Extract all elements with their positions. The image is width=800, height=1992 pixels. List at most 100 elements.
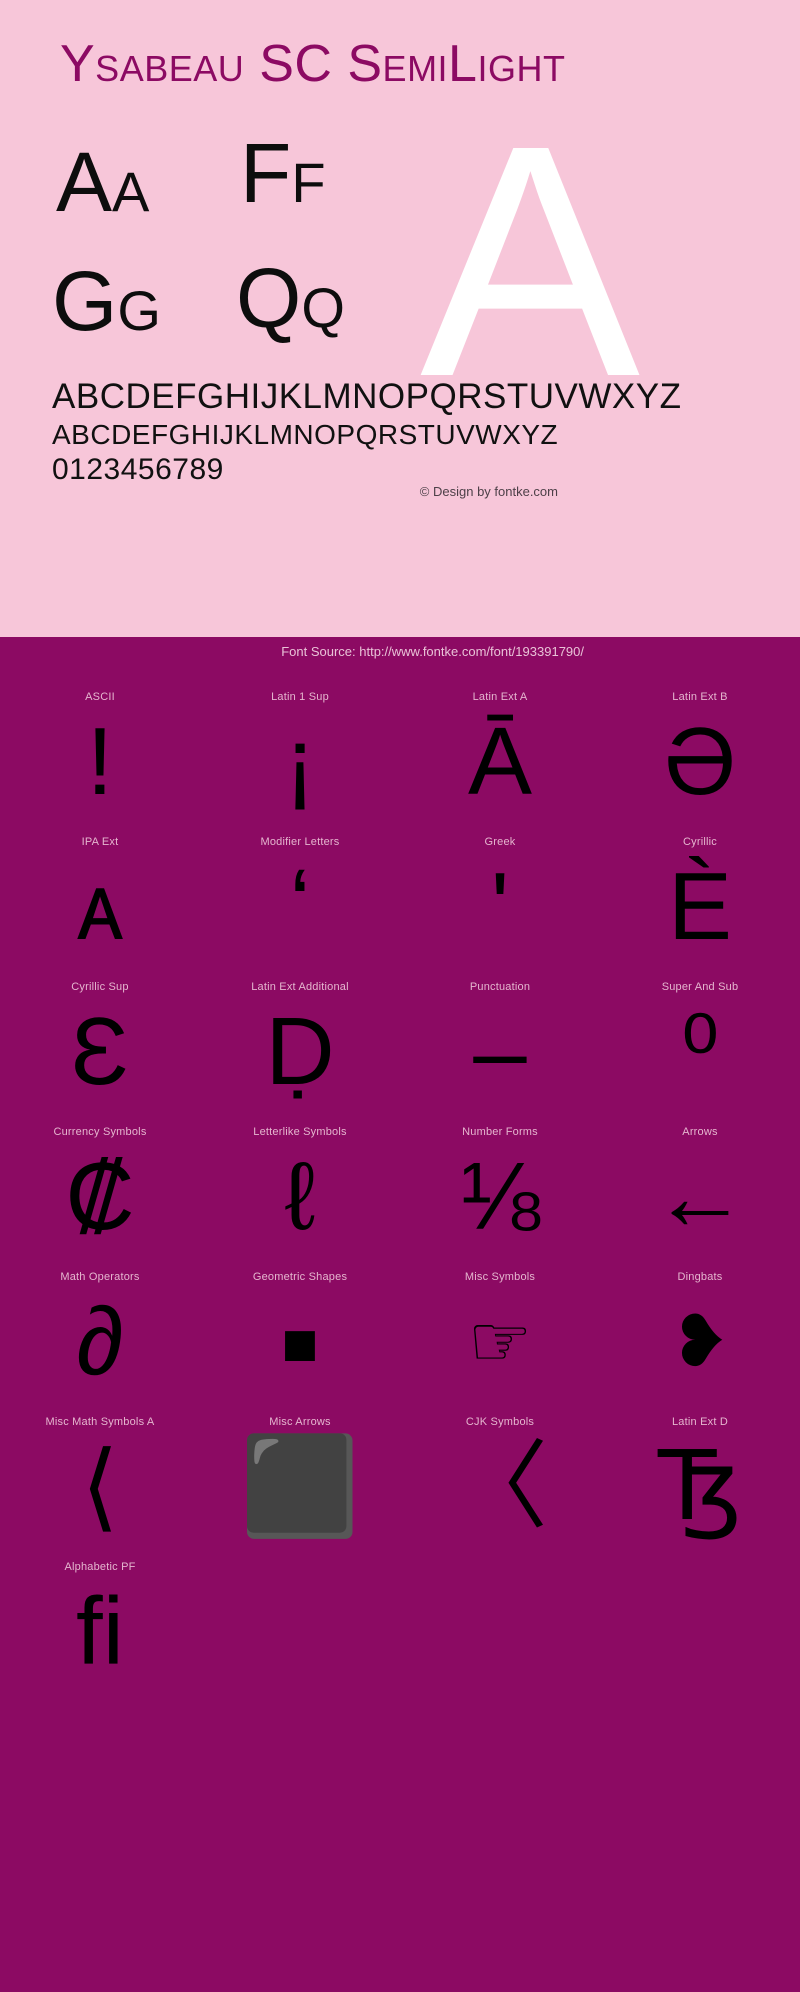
glyph-sample: ⅛ <box>459 1143 541 1250</box>
glyph-block-label: Misc Math Symbols A <box>45 1416 155 1428</box>
glyph-cell-math-operators: Math Operators ∂ <box>0 1269 200 1414</box>
glyph-block-label: Math Operators <box>60 1271 140 1283</box>
glyph-cell-latin-1-sup: Latin 1 Sup ¡ <box>200 689 400 834</box>
letter-pair-gg: GG <box>52 259 161 343</box>
glyph-sample: ← <box>652 1143 748 1250</box>
glyph-block-label: Modifier Letters <box>260 836 340 848</box>
glyph-block-label: Latin Ext A <box>472 691 528 703</box>
glyph-block-label: Arrows <box>682 1126 718 1138</box>
glyph-sample: Ā <box>467 708 533 815</box>
letter-pair-upper: A <box>56 135 113 229</box>
glyph-sample: ❥ <box>669 1302 731 1382</box>
glyph-grid-row: Currency Symbols ₡ Letterlike Symbols ℓ … <box>0 1124 800 1269</box>
glyph-cell-cyrillic-sup: Cyrillic Sup Ɛ <box>0 979 200 1124</box>
specimen-preview-panel: Ysabeau SC SemiLight A AA FF GG QQ ABCDE… <box>0 0 800 637</box>
glyph-sample: ‒ <box>473 998 527 1105</box>
glyph-block-label: IPA Ext <box>81 836 119 848</box>
glyph-cell-misc-arrows: Misc Arrows ⬛ <box>200 1414 400 1559</box>
letter-pair-upper: F <box>240 126 292 220</box>
glyph-cell-arrows: Arrows ← <box>600 1124 800 1269</box>
glyph-block-label: Super And Sub <box>661 981 739 993</box>
glyph-cell-alphabetic-pf: Alphabetic PF ﬁ <box>0 1559 200 1704</box>
glyph-sample: ⟨ <box>81 1433 119 1540</box>
letter-pair-lower: G <box>117 279 161 342</box>
letter-pair-lower: A <box>112 160 150 223</box>
unicode-block-grid: ASCII ! Latin 1 Sup ¡ Latin Ext A Ā Lati… <box>0 689 800 1704</box>
glyph-block-label: CJK Symbols <box>465 1416 535 1428</box>
glyph-block-label: Cyrillic Sup <box>71 981 129 993</box>
copyright-notice: © Design by fontke.com <box>419 484 558 499</box>
glyph-sample: ʹ <box>490 853 510 960</box>
glyph-cell-currency-symbols: Currency Symbols ₡ <box>0 1124 200 1269</box>
glyph-block-label: Latin Ext D <box>671 1416 728 1428</box>
glyph-block-label: ASCII <box>85 691 115 703</box>
glyph-grid-row: Cyrillic Sup Ɛ Latin Ext Additional Ḍ Pu… <box>0 979 800 1124</box>
glyph-sample: Ḍ <box>265 998 335 1105</box>
glyph-block-label: Misc Symbols <box>464 1271 536 1283</box>
letter-pair-ff: FF <box>240 131 326 215</box>
glyph-cell-cyrillic: Cyrillic Ѐ <box>600 834 800 979</box>
glyph-sample: Ѐ <box>667 853 733 960</box>
letter-pair-upper: Q <box>236 251 302 345</box>
glyph-cell-ascii: ASCII ! <box>0 689 200 834</box>
glyph-sample: ⬛ <box>240 1433 360 1540</box>
glyph-cell-modifier-letters: Modifier Letters ʻ <box>200 834 400 979</box>
glyph-sample: ∂ <box>76 1288 124 1395</box>
glyph-grid-row: IPA Ext ᴀ Modifier Letters ʻ Greek ʹ Cyr… <box>0 834 800 979</box>
font-specimen-page: Ysabeau SC SemiLight A AA FF GG QQ ABCDE… <box>0 0 800 1992</box>
glyph-cell-misc-symbols: Misc Symbols ☞ <box>400 1269 600 1414</box>
font-source-link[interactable]: Font Source: http://www.fontke.com/font/… <box>281 644 584 659</box>
alphabet-uppercase-line: ABCDEFGHIJKLMNOPQRSTUVWXYZ <box>52 377 682 416</box>
glyph-sample: 〈 <box>452 1433 548 1540</box>
letter-pair-lower: F <box>291 151 326 214</box>
letter-pair-aa: AA <box>56 140 149 224</box>
glyph-cell-punctuation: Punctuation ‒ <box>400 979 600 1124</box>
glyph-block-label: Greek <box>484 836 516 848</box>
unicode-coverage-panel: Font Source: http://www.fontke.com/font/… <box>0 637 800 1992</box>
glyph-block-label: Latin Ext B <box>672 691 728 703</box>
glyph-block-label: Number Forms <box>462 1126 538 1138</box>
glyph-cell-latin-ext-a: Latin Ext A Ā <box>400 689 600 834</box>
glyph-block-label: Geometric Shapes <box>252 1271 348 1283</box>
glyph-block-label: Currency Symbols <box>53 1126 147 1138</box>
glyph-cell-latin-ext-d: Latin Ext D Ꜩ <box>600 1414 800 1559</box>
glyph-sample: Ə <box>663 708 737 815</box>
glyph-sample: ﬁ <box>76 1578 124 1685</box>
glyph-block-label: Latin Ext Additional <box>251 981 349 993</box>
letter-pair-upper: G <box>52 254 118 348</box>
glyph-grid-row: Alphabetic PF ﬁ <box>0 1559 800 1704</box>
glyph-grid-row: Math Operators ∂ Geometric Shapes ◼ Misc… <box>0 1269 800 1414</box>
glyph-cell-super-and-sub: Super And Sub ⁰ <box>600 979 800 1124</box>
glyph-cell-empty <box>400 1559 600 1704</box>
glyph-sample: ¡ <box>284 708 316 815</box>
glyph-sample: ₡ <box>65 1143 135 1250</box>
glyph-cell-empty <box>600 1559 800 1704</box>
glyph-cell-letterlike-symbols: Letterlike Symbols ℓ <box>200 1124 400 1269</box>
letter-pair-lower: Q <box>301 276 345 339</box>
glyph-cell-empty <box>200 1559 400 1704</box>
glyph-grid-row: Misc Math Symbols A ⟨ Misc Arrows ⬛ CJK … <box>0 1414 800 1559</box>
glyph-cell-greek: Greek ʹ <box>400 834 600 979</box>
glyph-cell-ipa-ext: IPA Ext ᴀ <box>0 834 200 979</box>
glyph-sample: Ɛ <box>71 998 129 1105</box>
digits-line: 0123456789 <box>52 453 224 486</box>
glyph-cell-number-forms: Number Forms ⅛ <box>400 1124 600 1269</box>
glyph-sample: Ꜩ <box>657 1433 743 1540</box>
glyph-sample: ʻ <box>289 853 311 960</box>
glyph-cell-misc-math-symbols-a: Misc Math Symbols A ⟨ <box>0 1414 200 1559</box>
glyph-sample: ᴀ <box>76 853 124 960</box>
glyph-cell-dingbats: Dingbats ❥ <box>600 1269 800 1414</box>
glyph-sample: ℓ <box>284 1143 316 1250</box>
glyph-cell-latin-ext-b: Latin Ext B Ə <box>600 689 800 834</box>
glyph-cell-latin-ext-additional: Latin Ext Additional Ḍ <box>200 979 400 1124</box>
glyph-sample: ☞ <box>467 1302 533 1382</box>
letter-pair-qq: QQ <box>236 256 345 340</box>
glyph-block-label: Punctuation <box>469 981 531 993</box>
glyph-block-label: Misc Arrows <box>269 1416 331 1428</box>
glyph-sample: ⁰ <box>680 998 720 1105</box>
glyph-block-label: Cyrillic <box>683 836 717 848</box>
glyph-cell-geometric-shapes: Geometric Shapes ◼ <box>200 1269 400 1414</box>
alphabet-smallcaps-line: ABCDEFGHIJKLMNOPQRSTUVWXYZ <box>52 419 559 450</box>
glyph-cell-cjk-symbols: CJK Symbols 〈 <box>400 1414 600 1559</box>
glyph-block-label: Latin 1 Sup <box>271 691 329 703</box>
